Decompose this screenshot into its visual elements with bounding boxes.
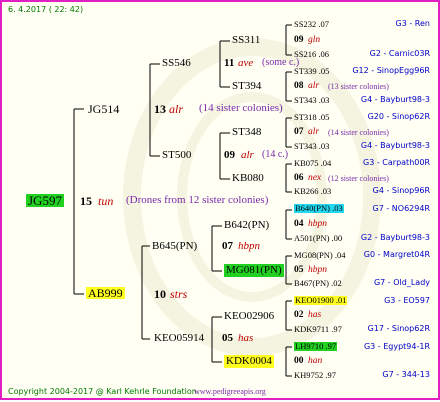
keo02906-bee-id[interactable]: KEO02906 <box>224 311 274 322</box>
ss546-race: ave <box>238 57 254 69</box>
b645-bee-id[interactable]: B645(PN) <box>152 241 197 252</box>
gen4-id[interactable]: ST339 .05 <box>294 67 329 76</box>
ss311-generation: 09 <box>294 35 304 45</box>
st500-note: (14 c.) <box>262 149 289 160</box>
st394-bee-id[interactable]: ST394 <box>232 81 261 92</box>
sire-bee-id[interactable]: JG514 <box>88 103 119 115</box>
root-note: (Drones from 12 sister colonies) <box>126 194 269 206</box>
st500-bee-id[interactable]: ST500 <box>162 150 191 161</box>
kb080-note: (12 sister colonies) <box>328 174 389 183</box>
root-race: tun <box>98 194 114 208</box>
keo05914-bee-id[interactable]: KEO05914 <box>154 333 204 344</box>
ss546-generation: 11 <box>224 57 235 69</box>
date-stamp: 6. 4.2017 ( 22: 42) <box>8 5 84 14</box>
dam-generation: 10 <box>154 287 166 301</box>
gen4-ref[interactable]: G4 - Sinop96R <box>373 187 430 195</box>
st500-generation: 09 <box>224 149 235 161</box>
keo05914-race: has <box>238 332 254 344</box>
sire-generation: 13 <box>154 102 166 116</box>
gen4-id[interactable]: ST343 .03 <box>294 96 329 105</box>
pedigree-chart: 6. 4.2017 ( 22: 42) JG597 15 tun (Drones… <box>0 0 440 400</box>
dam-bee-id[interactable]: AB999 <box>86 287 125 299</box>
gen4-id[interactable]: B467(PN) .02 <box>294 279 342 288</box>
ss311-race: gln <box>308 35 321 45</box>
gen4-ref[interactable]: G0 - Margret04R <box>364 251 430 259</box>
st348-generation: 07 <box>294 127 304 137</box>
copyright-text: Copyright 2004-2017 @ Karl Kehrle Founda… <box>8 387 200 396</box>
sire-race: alr <box>169 102 184 116</box>
gen4-id[interactable]: SS232 .07 <box>294 20 329 29</box>
st394-note: (13 sister colonies) <box>328 82 389 91</box>
gen4-ref[interactable]: G2 - Carnic03R <box>370 50 430 58</box>
gen4-ref[interactable]: G4 - Bayburt98-3 <box>361 96 430 104</box>
mg081-generation: 05 <box>294 265 304 275</box>
kb080-generation: 06 <box>294 173 304 183</box>
gen4-ref[interactable]: G3 - Ren <box>396 20 430 28</box>
gen4-ref[interactable]: G3 - EO597 <box>384 297 430 305</box>
gen4-id[interactable]: KB266 .03 <box>294 187 331 196</box>
st394-generation: 08 <box>294 81 304 91</box>
st348-bee-id[interactable]: ST348 <box>232 127 261 138</box>
gen4-ref[interactable]: G4 - Bayburt98-3 <box>361 142 430 150</box>
gen4-id[interactable]: KEO01900 .01 <box>294 296 348 305</box>
gen4-ref[interactable]: G3 - Egypt94-1R <box>364 343 430 351</box>
mg081-race: hbpn <box>308 265 327 275</box>
gen4-id[interactable]: A501(PN) .00 <box>294 234 342 243</box>
root-bee-id[interactable]: JG597 <box>26 194 64 207</box>
st500-race: alr <box>241 149 254 161</box>
keo02906-race: has <box>308 310 322 320</box>
gen4-id[interactable]: MG08(PN) .04 <box>294 251 345 260</box>
gen4-ref[interactable]: G2 - Bayburt98-3 <box>361 234 430 242</box>
st394-race: alr <box>308 81 320 91</box>
b642-generation: 04 <box>294 219 304 229</box>
gen4-ref[interactable]: G17 - Sinop62R <box>368 325 430 333</box>
st348-race: alr <box>308 127 320 137</box>
b642-bee-id[interactable]: B642(PN) <box>224 220 269 231</box>
root-generation: 15 <box>80 194 92 208</box>
gen4-id[interactable]: ST318 .05 <box>294 113 329 122</box>
keo05914-generation: 05 <box>222 332 233 344</box>
gen4-id[interactable]: KDK9711 .97 <box>294 325 342 334</box>
gen4-id[interactable]: B640(PN) .03 <box>294 204 344 213</box>
ss311-bee-id[interactable]: SS311 <box>232 35 260 46</box>
kdk0004-race: han <box>308 356 323 366</box>
b642-race: hbpn <box>308 219 327 229</box>
gen4-id[interactable]: ST343 .03 <box>294 142 329 151</box>
kdk0004-generation: 00 <box>294 356 304 366</box>
b645-race: hbpn <box>238 240 260 252</box>
keo02906-generation: 02 <box>294 310 304 320</box>
st348-note: (14 sister colonies) <box>328 128 389 137</box>
gen4-ref[interactable]: G3 - Carpath00R <box>363 159 430 167</box>
b645-generation: 07 <box>222 240 233 252</box>
mg081-bee-id[interactable]: MG081(PN) <box>224 264 284 277</box>
gen4-ref[interactable]: G7 - 344-13 <box>382 371 430 379</box>
gen4-ref[interactable]: G20 - Sinop62R <box>368 113 430 121</box>
kb080-race: nex <box>308 173 322 183</box>
gen4-id[interactable]: SS216 .06 <box>294 50 329 59</box>
gen4-ref[interactable]: G7 - Old_Lady <box>374 279 430 287</box>
gen4-id[interactable]: KB075 .04 <box>294 159 331 168</box>
dam-race: strs <box>170 287 188 301</box>
gen4-id[interactable]: KH9752 .97 <box>294 371 336 380</box>
ss546-bee-id[interactable]: SS546 <box>162 58 191 69</box>
gen4-ref[interactable]: G12 - SinopEgg96R <box>352 67 430 75</box>
kdk0004-bee-id[interactable]: KDK0004 <box>224 355 274 368</box>
gen4-id[interactable]: LH9710 .97 <box>294 342 338 351</box>
kb080-bee-id[interactable]: KB080 <box>232 173 264 184</box>
sire-note: (14 sister colonies) <box>199 102 283 114</box>
gen4-ref[interactable]: G7 - NO6294R <box>373 205 430 213</box>
website-link[interactable]: www.pedigreeapis.org <box>194 388 266 396</box>
